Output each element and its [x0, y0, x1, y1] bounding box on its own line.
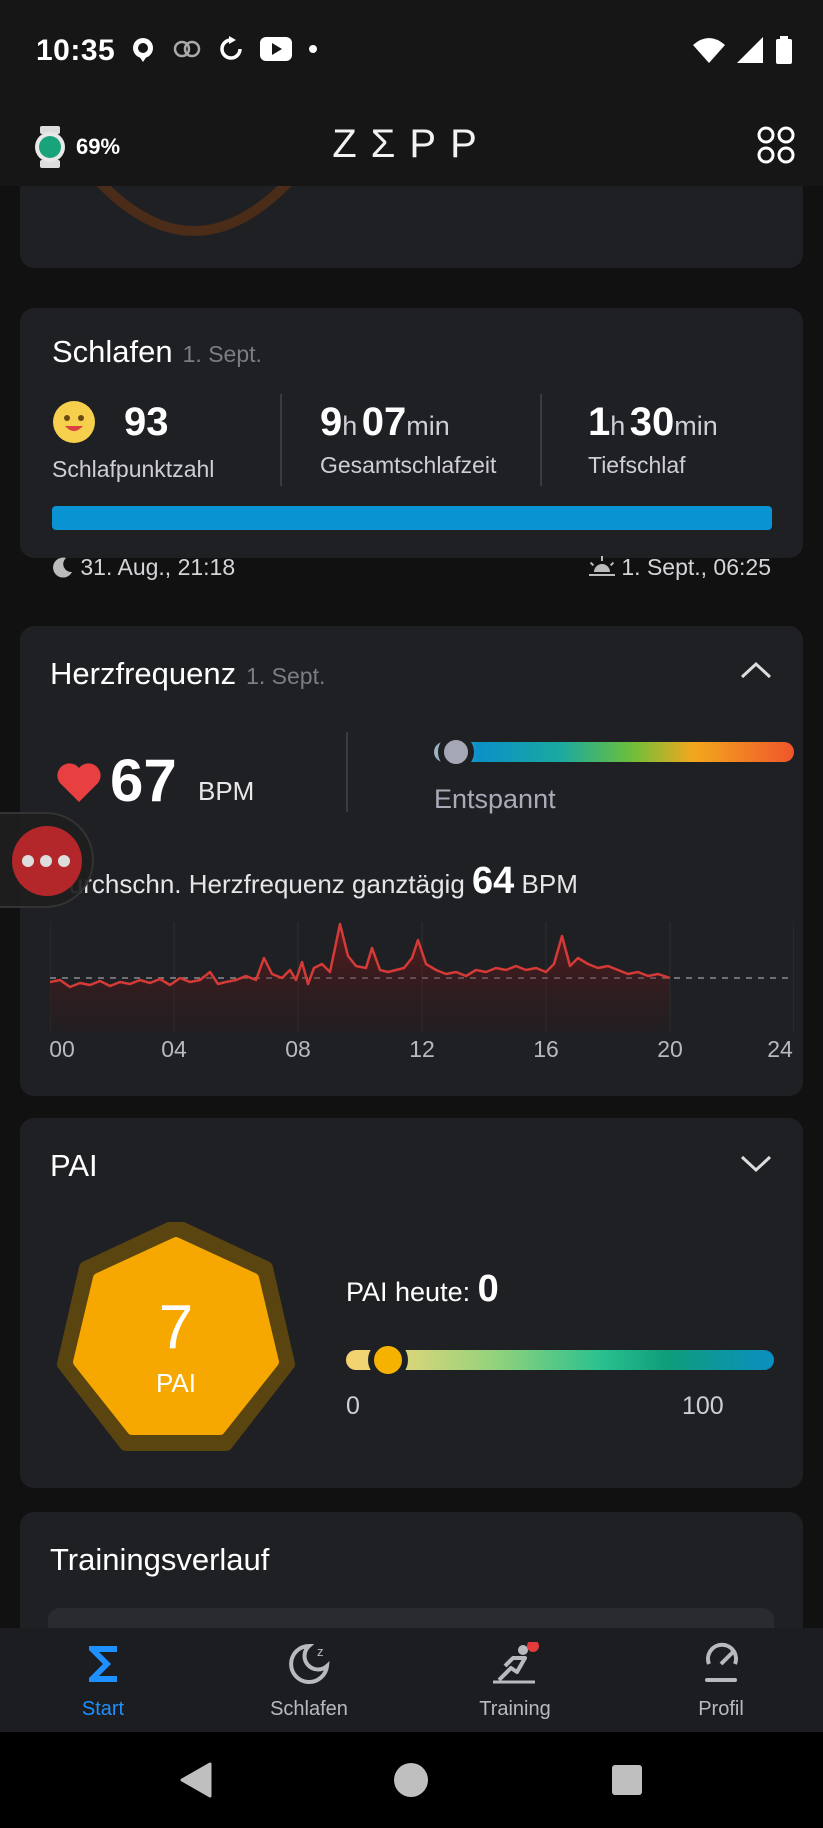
x-tick: 24 — [767, 1036, 793, 1062]
heart-icon — [57, 763, 101, 802]
sleep-score: 93 — [124, 400, 169, 444]
signal-icon — [737, 37, 763, 63]
training-title: Trainingsverlauf — [50, 1542, 270, 1577]
sleep-title: Schlafen — [52, 334, 173, 369]
training-history-card[interactable]: Trainingsverlauf — [20, 1512, 803, 1628]
chart-x-axis: 00 04 08 12 16 20 24 — [49, 1036, 794, 1066]
sleep-date: 1. Sept. — [182, 341, 262, 367]
zepp-logo: ZΣPP — [332, 122, 491, 166]
nav-profile[interactable]: Profil — [618, 1628, 823, 1732]
pai-today: PAI heute: 0 — [346, 1268, 499, 1310]
heart-rate-card[interactable]: Herzfrequenz 1. Sept. 67 BPM Entspannt Du… — [20, 626, 803, 1096]
sleep-start: 31. Aug., 21:18 — [52, 554, 235, 581]
system-navigation — [0, 1732, 823, 1828]
app-header: 69% ZΣPP — [0, 104, 823, 186]
youtube-icon — [260, 37, 292, 61]
moon-icon — [53, 557, 72, 578]
divider — [346, 732, 348, 812]
x-tick: 08 — [285, 1036, 311, 1062]
apps-grid-icon[interactable] — [757, 126, 795, 164]
profile-icon — [705, 1642, 738, 1682]
heart-card-title: Herzfrequenz 1. Sept. — [50, 656, 325, 692]
pai-value: 7 — [159, 1293, 193, 1362]
sleep-card-title: Schlafen 1. Sept. — [52, 334, 262, 370]
chevron-down-icon[interactable] — [739, 1154, 773, 1174]
pai-min: 0 — [346, 1392, 360, 1420]
pai-progress-indicator — [368, 1340, 408, 1380]
heart-rate-chart[interactable] — [50, 922, 794, 1032]
training-inner-panel — [48, 1608, 774, 1628]
avg-heart-rate: Durchschn. Herzfrequenz ganztägig 64 BPM — [50, 860, 578, 902]
sleep-timeline-bar[interactable] — [52, 506, 772, 530]
battery-icon — [776, 36, 792, 64]
sync-icon — [220, 36, 242, 60]
pai-card-title: PAI — [50, 1148, 98, 1183]
notification-icons — [130, 36, 318, 62]
current-bpm: 67 — [110, 747, 177, 814]
nav-start[interactable]: Start — [0, 1628, 206, 1732]
x-tick: 00 — [49, 1036, 75, 1062]
more-dot-icon — [309, 45, 317, 53]
nav-sleep[interactable]: z Schlafen — [206, 1628, 412, 1732]
smiley-icon — [53, 401, 95, 443]
heart-date: 1. Sept. — [246, 663, 326, 689]
x-tick: 12 — [409, 1036, 435, 1062]
pai-heptagon: 7 PAI — [57, 1222, 295, 1451]
pai-label: PAI — [156, 1368, 196, 1398]
x-tick: 20 — [657, 1036, 683, 1062]
home-icon[interactable] — [393, 1762, 429, 1798]
total-sleep-label: Gesamtschlafzeit — [320, 452, 497, 478]
back-icon[interactable] — [178, 1762, 212, 1798]
pai-card[interactable]: PAI 7 PAI PAI heute: 0 0 100 — [20, 1118, 803, 1488]
dashboard-scroll[interactable]: Schlafen 1. Sept. 93 Schlafpunktzahl 9h 0… — [0, 186, 823, 1628]
divider — [280, 394, 282, 486]
deep-sleep: 1h 30min — [588, 400, 718, 444]
system-icons — [693, 36, 793, 64]
app-notification-icon — [133, 38, 153, 62]
svg-text:z: z — [317, 1644, 324, 1659]
deep-sleep-label: Tiefschlaf — [588, 452, 686, 478]
more-icon — [22, 855, 70, 867]
status-bar: 10:35 — [0, 0, 823, 104]
pai-max: 100 — [682, 1392, 724, 1420]
ring-progress-partial — [96, 186, 292, 236]
sleep-end: 1. Sept., 06:25 — [588, 554, 771, 581]
floating-assistant-bubble[interactable] — [0, 812, 94, 908]
sleep-card[interactable]: Schlafen 1. Sept. 93 Schlafpunktzahl 9h 0… — [20, 308, 803, 580]
nav-training[interactable]: Training — [412, 1628, 618, 1732]
previous-card[interactable] — [20, 186, 803, 268]
chevron-up-icon[interactable] — [739, 660, 773, 680]
current-bpm-unit: BPM — [198, 776, 255, 806]
bottom-navigation: Start z Schlafen Training Profil — [0, 1628, 823, 1732]
hr-zone-label: Entspannt — [434, 784, 556, 814]
hr-zone-bar — [434, 742, 794, 762]
x-tick: 04 — [161, 1036, 187, 1062]
total-sleep: 9h 07min — [320, 400, 450, 444]
sigma-icon — [89, 1646, 117, 1682]
pai-progress-bar — [346, 1350, 774, 1370]
x-tick: 16 — [533, 1036, 559, 1062]
running-icon — [493, 1642, 539, 1684]
heart-rate-area — [50, 924, 670, 1032]
sleep-moon-icon: z — [289, 1643, 330, 1684]
hr-zone-indicator — [438, 734, 474, 770]
wifi-icon — [693, 38, 725, 63]
divider — [540, 394, 542, 486]
status-time: 10:35 — [36, 34, 116, 67]
recents-icon[interactable] — [611, 1764, 643, 1796]
sunrise-icon — [588, 556, 615, 576]
sleep-score-label: Schlafpunktzahl — [52, 456, 215, 482]
heart-title: Herzfrequenz — [50, 656, 237, 691]
link-icon — [173, 40, 201, 58]
